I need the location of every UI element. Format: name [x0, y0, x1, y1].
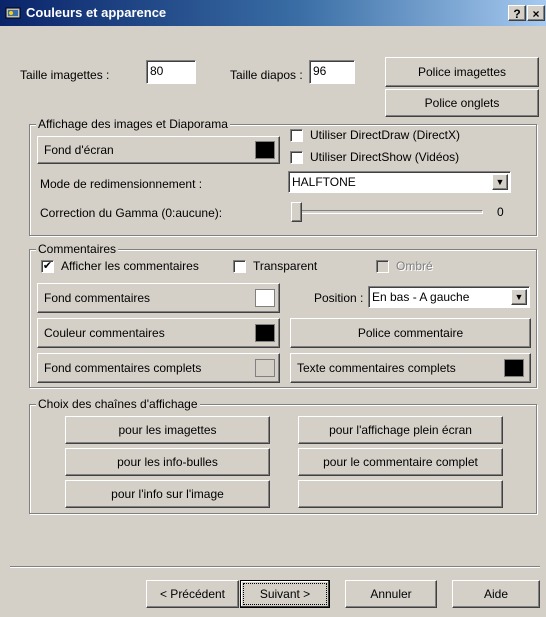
- comment-bg-button[interactable]: Fond commentaires: [37, 283, 280, 313]
- directdraw-label: Utiliser DirectDraw (DirectX): [310, 128, 461, 142]
- directdraw-checkbox[interactable]: [290, 129, 303, 142]
- transparent-checkbox[interactable]: [233, 260, 246, 273]
- gamma-slider-track: [291, 210, 483, 214]
- help-title-button[interactable]: ?: [508, 5, 526, 21]
- full-comment-strings-button[interactable]: pour le commentaire complet: [298, 448, 503, 476]
- check-icon: ✔: [42, 260, 53, 272]
- dialog-window: Couleurs et apparence ? × Taille imagett…: [0, 0, 546, 617]
- comment-color-button-label: Couleur commentaires: [44, 326, 165, 340]
- window-title: Couleurs et apparence: [26, 5, 167, 20]
- tab-font-button[interactable]: Police onglets: [385, 89, 539, 117]
- help-button[interactable]: Aide: [452, 580, 540, 608]
- tooltips-strings-button[interactable]: pour les info-bulles: [65, 448, 270, 476]
- resize-mode-label: Mode de redimensionnement :: [40, 177, 203, 191]
- comment-text-color-swatch: [255, 324, 275, 342]
- comments-group-title: Commentaires: [36, 242, 119, 256]
- shadow-label: Ombré: [396, 259, 433, 273]
- position-value: En bas - A gauche: [372, 290, 470, 304]
- comment-bg-button-label: Fond commentaires: [44, 291, 151, 305]
- chevron-down-icon[interactable]: ▼: [492, 174, 508, 190]
- position-select[interactable]: En bas - A gauche ▼: [368, 286, 530, 308]
- close-title-button[interactable]: ×: [527, 5, 545, 21]
- slide-size-input[interactable]: 96: [309, 60, 355, 84]
- thumb-size-input[interactable]: 80: [146, 60, 196, 84]
- resize-mode-value: HALFTONE: [292, 175, 356, 189]
- comment-font-button[interactable]: Police commentaire: [290, 318, 531, 348]
- thumb-size-label: Taille imagettes :: [20, 68, 110, 82]
- footer-separator: [10, 566, 540, 568]
- full-comment-text-button-label: Texte commentaires complets: [297, 361, 456, 375]
- title-bar: Couleurs et apparence ? ×: [0, 0, 546, 26]
- thumb-font-button[interactable]: Police imagettes: [385, 57, 539, 87]
- background-button[interactable]: Fond d'écran: [37, 136, 280, 164]
- comment-bg-color-swatch: [255, 289, 275, 307]
- resize-mode-select[interactable]: HALFTONE ▼: [288, 171, 511, 193]
- full-comment-bg-button[interactable]: Fond commentaires complets: [37, 353, 280, 383]
- directshow-checkbox[interactable]: [290, 151, 303, 164]
- previous-button[interactable]: < Précédent: [146, 580, 239, 608]
- show-comments-label: Afficher les commentaires: [61, 259, 199, 273]
- cancel-button[interactable]: Annuler: [345, 580, 437, 608]
- shadow-checkbox[interactable]: [376, 260, 389, 273]
- image-info-strings-button[interactable]: pour l'info sur l'image: [65, 480, 270, 508]
- transparent-label: Transparent: [253, 259, 318, 273]
- next-button[interactable]: Suivant >: [240, 580, 330, 608]
- gamma-value: 0: [497, 205, 504, 219]
- background-button-label: Fond d'écran: [44, 143, 114, 157]
- gamma-slider-thumb[interactable]: [291, 202, 302, 222]
- gamma-label: Correction du Gamma (0:aucune):: [40, 206, 223, 220]
- full-comment-text-color-swatch: [504, 359, 524, 377]
- app-icon: [5, 5, 21, 21]
- background-color-swatch: [255, 141, 275, 159]
- thumbs-strings-button[interactable]: pour les imagettes: [65, 416, 270, 444]
- full-comment-bg-button-label: Fond commentaires complets: [44, 361, 202, 375]
- full-comment-bg-color-swatch: [255, 359, 275, 377]
- position-label: Position :: [314, 291, 364, 305]
- slide-size-label: Taille diapos :: [230, 68, 303, 82]
- comment-color-button[interactable]: Couleur commentaires: [37, 318, 280, 348]
- empty-strings-button[interactable]: [298, 480, 503, 508]
- fullscreen-strings-button[interactable]: pour l'affichage plein écran: [298, 416, 503, 444]
- chevron-down-icon[interactable]: ▼: [511, 289, 527, 305]
- show-comments-checkbox[interactable]: ✔: [41, 260, 54, 273]
- display-group-title: Affichage des images et Diaporama: [36, 117, 230, 131]
- gamma-slider[interactable]: [291, 200, 483, 224]
- full-comment-text-button[interactable]: Texte commentaires complets: [290, 353, 531, 383]
- strings-group-title: Choix des chaînes d'affichage: [36, 397, 200, 411]
- directshow-label: Utiliser DirectShow (Vidéos): [310, 150, 460, 164]
